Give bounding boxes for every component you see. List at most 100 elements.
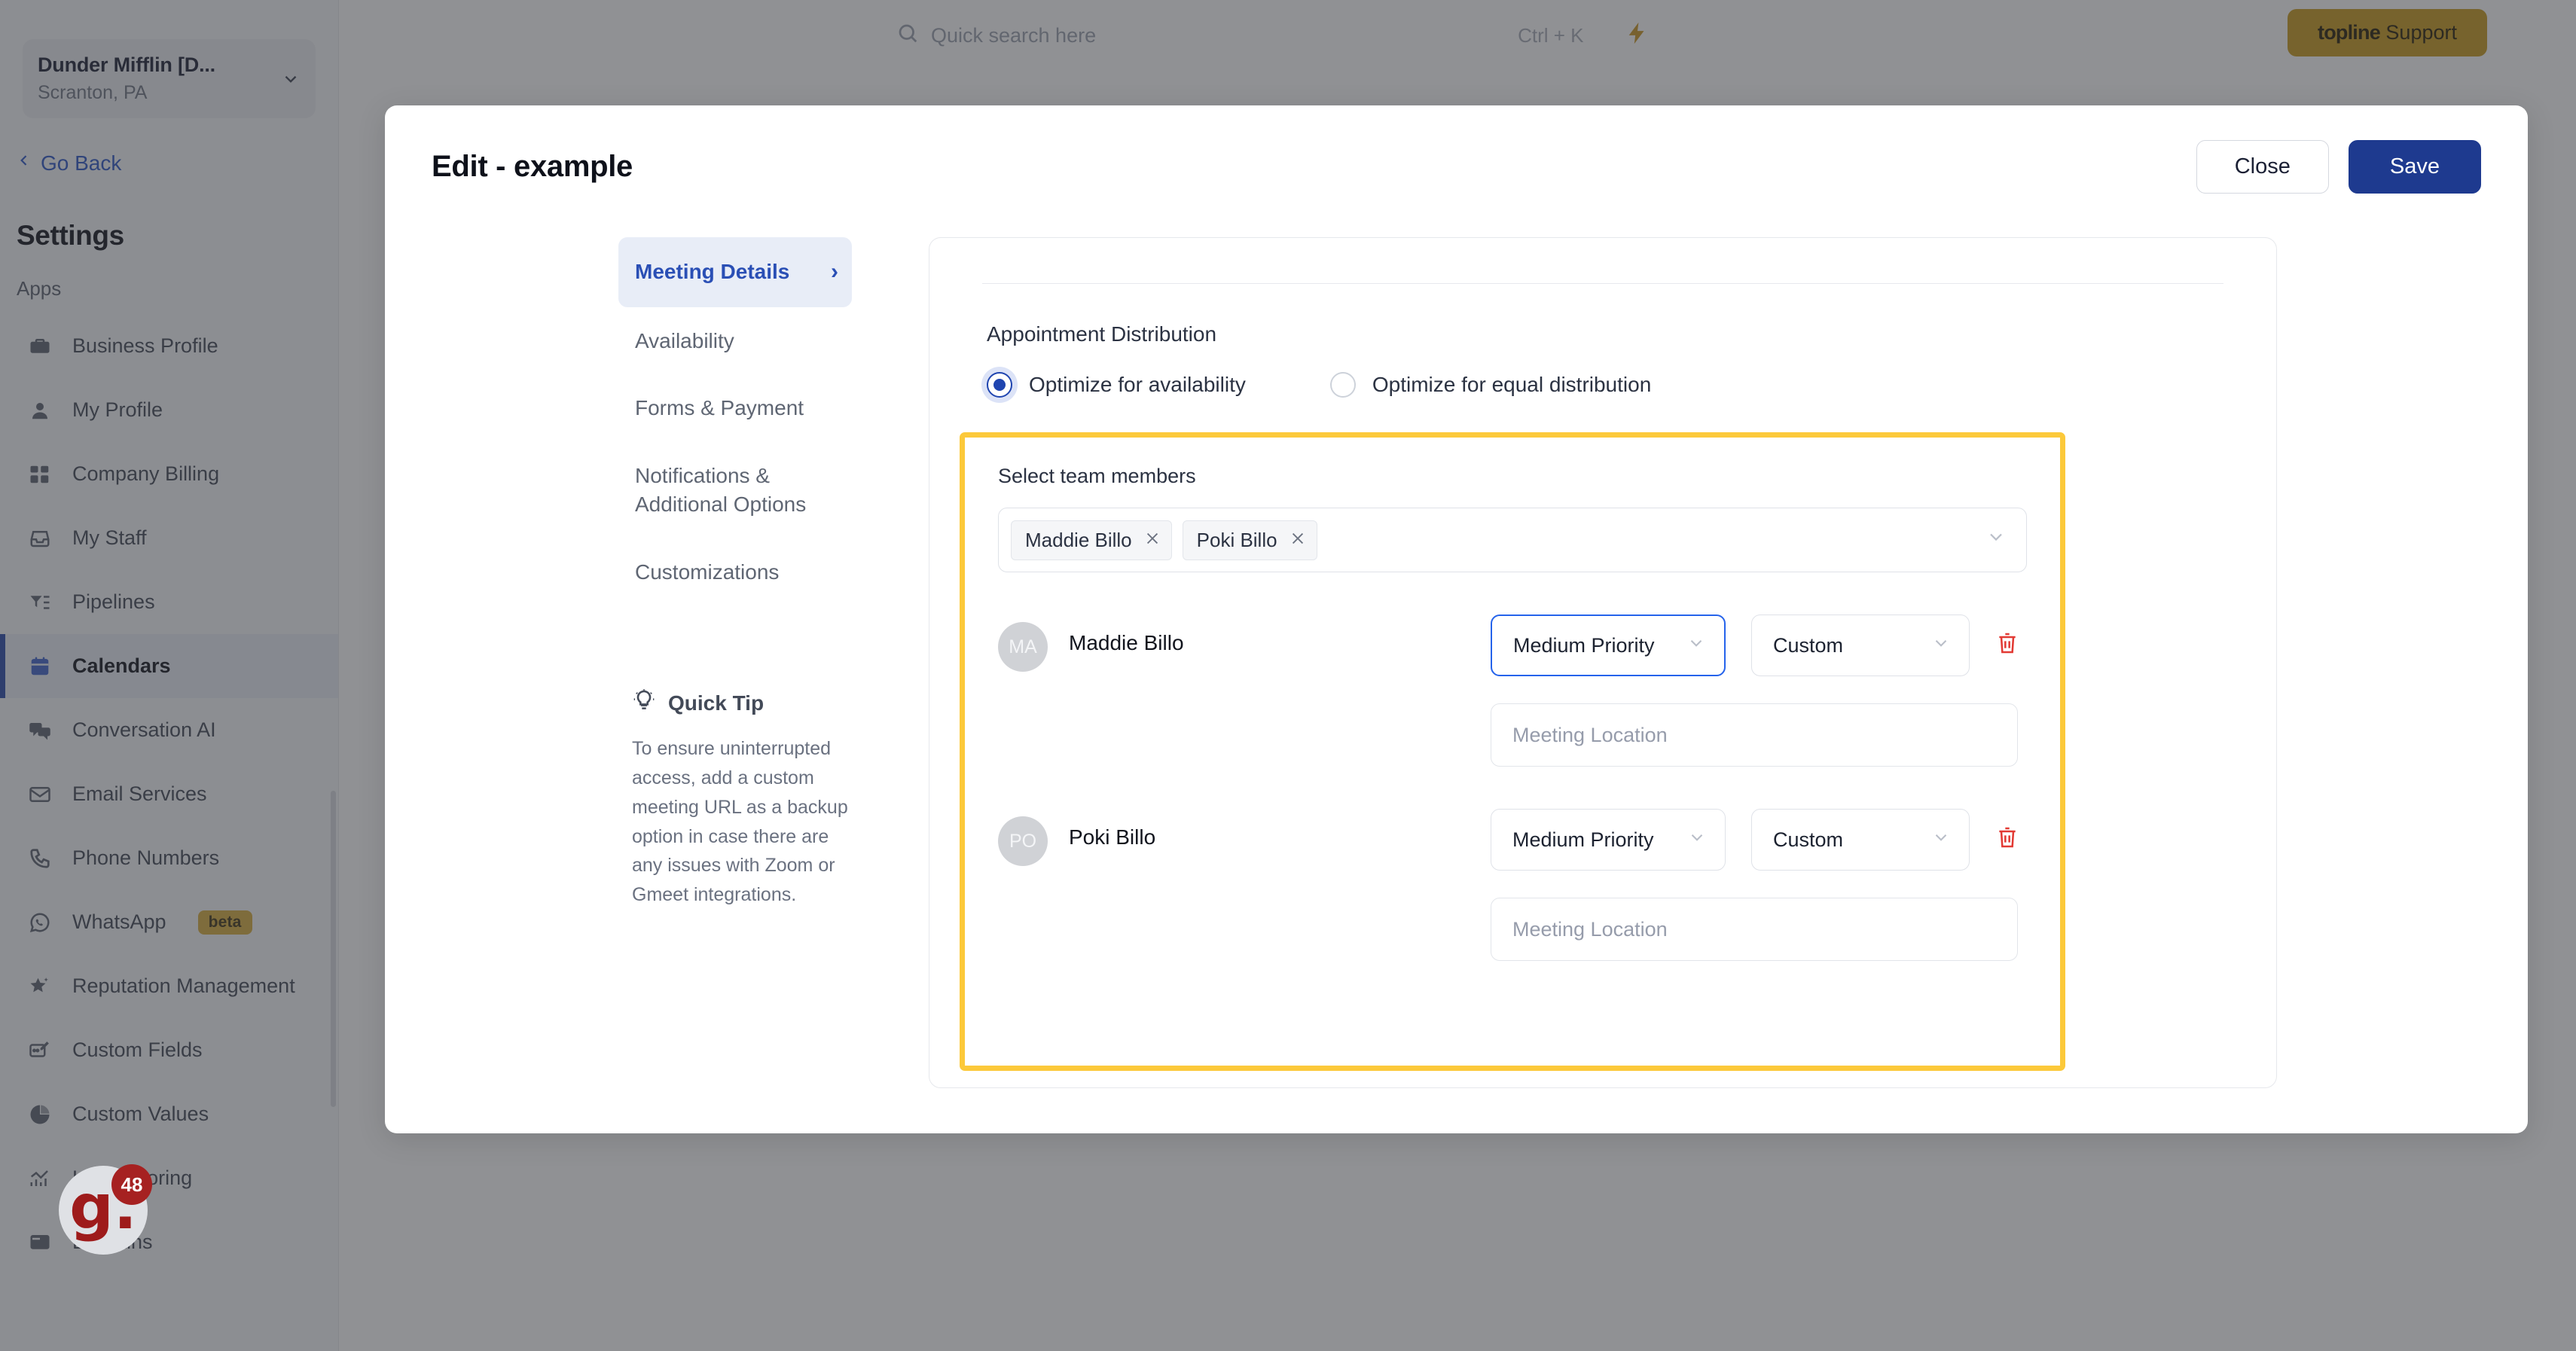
chevron-down-icon[interactable]: [1985, 526, 2014, 554]
team-member-tag[interactable]: Poki Billo: [1182, 520, 1317, 560]
tab-meeting-details[interactable]: Meeting Details ›: [618, 237, 852, 307]
sidebar-item-label: Reputation Management: [72, 974, 295, 997]
tag-label: Poki Billo: [1196, 528, 1277, 551]
tab-customizations[interactable]: Customizations: [618, 538, 852, 606]
star-sparkle-icon: [27, 974, 53, 999]
sidebar-item-lead-scoring[interactable]: Lead Scoring: [0, 1146, 338, 1210]
tab-label: Availability: [635, 328, 734, 352]
sidebar-scrollbar[interactable]: [331, 791, 336, 1107]
tab-availability[interactable]: Availability: [618, 307, 852, 375]
chevron-down-icon: [1931, 633, 1951, 658]
sidebar-item-business-profile[interactable]: Business Profile: [0, 314, 338, 378]
team-members-select[interactable]: Maddie Billo Poki Billo: [998, 508, 2027, 572]
chat-unread-badge: 48: [111, 1164, 152, 1205]
team-member-row: PO Poki Billo Medium Priority Custom Mee…: [998, 809, 2027, 961]
meeting-location-input[interactable]: Meeting Location: [1491, 898, 2018, 961]
browser-window-icon: [27, 1230, 53, 1255]
tab-forms-payment[interactable]: Forms & Payment: [618, 374, 852, 442]
sidebar-item-company-billing[interactable]: Company Billing: [0, 442, 338, 506]
meeting-type-select[interactable]: Custom: [1751, 615, 1970, 676]
priority-value: Medium Priority: [1512, 828, 1654, 851]
sidebar-item-label: Pipelines: [72, 590, 155, 613]
field-edit-icon: [27, 1038, 53, 1063]
calculator-icon: [27, 462, 53, 487]
chevron-down-icon: [1687, 828, 1707, 852]
phone-icon: [27, 846, 53, 871]
select-team-members-highlight: Select team members Maddie Billo Poki Bi…: [960, 432, 2065, 1071]
search-placeholder: Quick search here: [931, 23, 1097, 47]
sidebar-item-custom-values[interactable]: Custom Values: [0, 1082, 338, 1146]
sidebar-item-label: Email Services: [72, 782, 207, 805]
sidebar-item-whatsapp[interactable]: WhatsApp beta: [0, 890, 338, 954]
sidebar-item-conversation-ai[interactable]: Conversation AI: [0, 698, 338, 762]
priority-select[interactable]: Medium Priority: [1491, 809, 1726, 871]
meeting-location-input[interactable]: Meeting Location: [1491, 703, 2018, 767]
go-back-label: Go Back: [41, 151, 122, 175]
sidebar-item-label: Phone Numbers: [72, 846, 220, 869]
location-sub: Scranton, PA: [38, 81, 148, 103]
tab-notifications-additional-options[interactable]: Notifications & Additional Options: [618, 442, 852, 538]
page-title: Settings: [17, 220, 124, 251]
radio-optimize-availability[interactable]: Optimize for availability: [987, 372, 1246, 398]
select-team-members-label: Select team members: [998, 465, 1196, 487]
sidebar-item-pipelines[interactable]: Pipelines: [0, 570, 338, 634]
location-switcher[interactable]: Dunder Mifflin [D... Scranton, PA: [23, 39, 316, 118]
go-back-link[interactable]: Go Back: [17, 150, 338, 176]
support-label: Support: [2379, 21, 2457, 44]
briefcase-icon: [27, 334, 53, 359]
support-brand-label: topline: [2318, 21, 2381, 44]
avatar: MA: [998, 622, 1048, 672]
meeting-type-value: Custom: [1773, 828, 1844, 851]
team-member-tag[interactable]: Maddie Billo: [1011, 520, 1172, 560]
sidebar-item-my-staff[interactable]: My Staff: [0, 506, 338, 570]
save-button[interactable]: Save: [2348, 140, 2481, 194]
status-badge: beta: [197, 910, 252, 935]
sidebar-item-label: Company Billing: [72, 462, 220, 485]
support-chat-widget[interactable]: g. 48: [59, 1164, 152, 1255]
edit-calendar-modal: Edit - example Close Save Meeting Detail…: [385, 105, 2528, 1133]
close-icon[interactable]: [1290, 529, 1306, 552]
location-name: Dunder Mifflin [D...: [38, 53, 215, 76]
radio-indicator: [1329, 372, 1356, 398]
tab-label: Customizations: [635, 560, 780, 584]
inbox-icon: [27, 526, 53, 551]
trash-icon[interactable]: [1995, 630, 2019, 660]
sidebar-item-my-profile[interactable]: My Profile: [0, 378, 338, 442]
search-icon: [896, 22, 919, 50]
trash-icon[interactable]: [1995, 825, 2019, 855]
meeting-type-value: Custom: [1773, 633, 1844, 657]
chevron-down-icon: [281, 69, 301, 89]
sidebar-item-email-services[interactable]: Email Services: [0, 762, 338, 826]
sidebar-group-label: Apps: [17, 277, 62, 300]
priority-select[interactable]: Medium Priority: [1491, 615, 1726, 676]
avatar: PO: [998, 816, 1048, 866]
modal-header: Edit - example Close Save: [385, 105, 2528, 194]
sidebar-item-label: My Staff: [72, 526, 147, 549]
search-input[interactable]: Quick search here: [896, 22, 1096, 50]
lightning-bolt-icon[interactable]: [1625, 18, 1650, 53]
sidebar-item-calendars[interactable]: Calendars: [0, 634, 338, 698]
chevron-down-icon: [1931, 828, 1951, 852]
close-button[interactable]: Close: [2196, 140, 2329, 194]
close-icon[interactable]: [1144, 529, 1161, 552]
support-button[interactable]: topline Support: [2288, 9, 2487, 56]
sidebar-item-label: Conversation AI: [72, 718, 216, 741]
sidebar-item-reputation-management[interactable]: Reputation Management: [0, 954, 338, 1018]
team-member-name: Poki Billo: [1069, 825, 1156, 849]
modal-title: Edit - example: [432, 150, 633, 183]
user-icon: [27, 398, 53, 423]
radio-optimize-equal-distribution[interactable]: Optimize for equal distribution: [1329, 372, 1651, 398]
modal-actions: Close Save: [2196, 140, 2481, 194]
appointment-distribution-label: Appointment Distribution: [987, 322, 1217, 346]
divider: [982, 283, 2223, 284]
sidebar-item-label: My Profile: [72, 398, 163, 421]
appointment-distribution-radios: Optimize for availability Optimize for e…: [987, 372, 2276, 398]
sidebar-item-custom-fields[interactable]: Custom Fields: [0, 1018, 338, 1082]
meeting-details-card: Appointment Distribution Optimize for av…: [929, 237, 2277, 1088]
radio-indicator: [987, 372, 1012, 398]
meeting-location-placeholder: Meeting Location: [1512, 917, 1668, 941]
sidebar-item-label: Business Profile: [72, 334, 218, 357]
sidebar-item-domains[interactable]: Domains: [0, 1210, 338, 1274]
meeting-type-select[interactable]: Custom: [1751, 809, 1970, 871]
sidebar-item-phone-numbers[interactable]: Phone Numbers: [0, 826, 338, 890]
